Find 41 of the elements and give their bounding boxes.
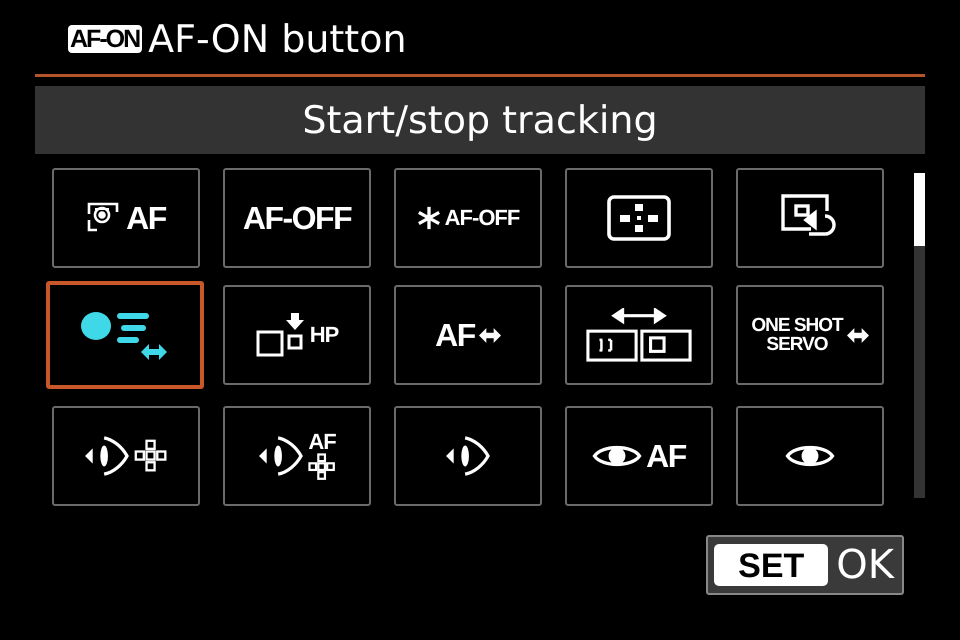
option-tile[interactable] [736, 168, 884, 268]
option-tile[interactable] [394, 406, 542, 506]
option-tile[interactable] [565, 285, 713, 385]
option-tile[interactable]: AF [52, 168, 200, 268]
eye-icon [84, 435, 130, 477]
squares-arrow-icon [256, 311, 306, 359]
asterisk-icon [416, 206, 441, 230]
option-label: AF [646, 438, 686, 474]
option-label: AF [126, 200, 166, 236]
option-label: ONE SHOT [751, 316, 843, 335]
option-tile[interactable] [52, 406, 200, 506]
option-tile[interactable] [565, 168, 713, 268]
double-arrow-icon [846, 328, 869, 342]
option-tile[interactable] [736, 406, 884, 506]
tracking-icon [80, 310, 170, 360]
af-on-badge: AF-ON [68, 25, 142, 53]
eye-icon [258, 435, 304, 477]
option-tile[interactable]: AF [394, 285, 542, 385]
option-tile[interactable]: HP [223, 285, 371, 385]
eye-icon [445, 435, 491, 477]
option-tile[interactable]: AF-OFF [223, 168, 371, 268]
option-label: SERVO [766, 335, 828, 354]
screen-title: AF-ON button [148, 20, 407, 58]
option-label: AF [435, 316, 475, 354]
area-switch-icon [586, 308, 692, 362]
option-tile[interactable]: AF [223, 406, 371, 506]
description-text: Start/stop tracking [302, 98, 658, 142]
scroll-thumb[interactable] [914, 173, 925, 246]
option-label: AF [308, 431, 336, 453]
set-ok-button[interactable]: SET OK [706, 535, 904, 595]
af-points-icon [134, 439, 168, 473]
option-label: AF-OFF [444, 205, 520, 231]
double-arrow-icon [478, 328, 501, 342]
option-tile[interactable]: AF-OFF [394, 168, 542, 268]
option-tile[interactable]: AF [565, 406, 713, 506]
option-label: AF-OFF [242, 200, 352, 236]
option-tile[interactable] [46, 281, 204, 389]
af-points-icon [308, 453, 336, 481]
option-label: HP [310, 322, 338, 348]
option-tile[interactable]: ONE SHOT SERVO [736, 285, 884, 385]
af-point-icon [607, 195, 671, 241]
